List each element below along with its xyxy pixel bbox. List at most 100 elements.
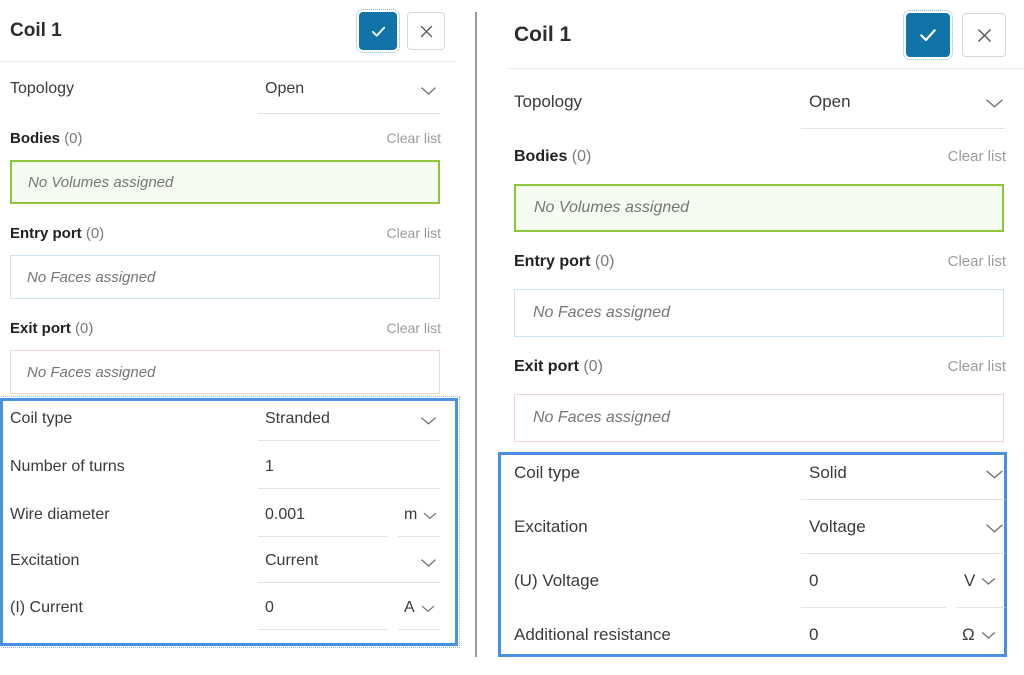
topology-underline (258, 113, 440, 114)
accept-button[interactable] (906, 13, 950, 57)
bodies-placeholder: No Volumes assigned (534, 199, 689, 217)
section-entry-label: Entry port (514, 253, 590, 270)
wire-diameter-unit-label: m (404, 506, 417, 524)
section-entry-count: (0) (86, 225, 104, 242)
entry-port-placeholder: No Faces assigned (533, 304, 670, 322)
chevron-down-icon[interactable] (420, 557, 437, 568)
section-exit-count: (0) (583, 358, 603, 375)
chevron-down-icon[interactable] (985, 522, 1004, 534)
page-title: Coil 1 (514, 23, 571, 47)
section-entry-header: Entry port (0) Clear list (498, 253, 1024, 271)
panel-divider (475, 12, 477, 657)
entry-port-drop-zone[interactable]: No Faces assigned (514, 289, 1004, 337)
number-of-turns-input[interactable]: 1 (265, 458, 274, 476)
entry-port-drop-zone[interactable]: No Faces assigned (10, 255, 440, 299)
excitation-label: Excitation (10, 552, 79, 570)
panel-header-left: Coil 1 (10, 8, 445, 54)
excitation-select[interactable]: Voltage (809, 517, 866, 537)
topology-label: Topology (10, 80, 74, 98)
topology-label: Topology (514, 92, 582, 112)
section-bodies-header: Bodies (0) Clear list (0, 130, 455, 147)
topology-underline (801, 128, 1005, 129)
voltage-input[interactable]: 0 (809, 571, 818, 591)
current-unit-label: A (404, 599, 415, 617)
header-divider (0, 61, 455, 62)
header-divider (506, 68, 1024, 69)
number-of-turns-label: Number of turns (10, 458, 125, 476)
section-exit-header: Exit port (0) Clear list (498, 358, 1024, 376)
clear-list-entry[interactable]: Clear list (948, 253, 1006, 270)
coil-type-underline (258, 440, 440, 441)
topology-row: Topology Open (0, 80, 455, 110)
chevron-down-icon (421, 604, 435, 613)
chevron-down-icon (423, 511, 437, 520)
wire-diameter-label: Wire diameter (10, 506, 110, 524)
wire-diameter-input[interactable]: 0.001 (265, 506, 305, 524)
section-bodies-label: Bodies (10, 130, 60, 147)
voltage-unit-select[interactable]: V (964, 571, 996, 591)
section-bodies-count: (0) (64, 130, 82, 147)
chevron-down-icon (981, 630, 996, 640)
section-exit-label: Exit port (10, 320, 71, 337)
page-title: Coil 1 (10, 20, 62, 42)
section-bodies-count: (0) (572, 148, 592, 165)
topology-select[interactable]: Open (265, 80, 304, 98)
clear-list-bodies[interactable]: Clear list (948, 148, 1006, 165)
bodies-drop-zone[interactable]: No Volumes assigned (514, 184, 1004, 232)
chevron-down-icon (981, 576, 996, 586)
coil-type-select[interactable]: Solid (809, 463, 847, 483)
section-entry-header: Entry port (0) Clear list (0, 225, 455, 242)
clear-list-entry[interactable]: Clear list (387, 225, 441, 241)
coil-type-select[interactable]: Stranded (265, 410, 330, 428)
voltage-underline (801, 607, 946, 608)
additional-resistance-label: Additional resistance (514, 625, 671, 645)
section-bodies-header: Bodies (0) Clear list (498, 148, 1024, 166)
wire-diameter-underline (258, 536, 388, 537)
coil-type-underline (801, 499, 1005, 500)
clear-list-bodies[interactable]: Clear list (387, 130, 441, 146)
number-of-turns-underline (258, 488, 440, 489)
section-bodies-label: Bodies (514, 148, 567, 165)
header-buttons (359, 12, 445, 50)
exit-port-placeholder: No Faces assigned (27, 364, 155, 381)
voltage-label: (U) Voltage (514, 571, 599, 591)
additional-resistance-unit-label: Ω (962, 625, 975, 645)
section-exit-header: Exit port (0) Clear list (0, 320, 455, 337)
clear-list-exit[interactable]: Clear list (948, 358, 1006, 375)
header-buttons (906, 13, 1006, 57)
chevron-down-icon[interactable] (985, 97, 1004, 109)
exit-port-drop-zone[interactable]: No Faces assigned (10, 350, 440, 394)
excitation-select[interactable]: Current (265, 552, 318, 570)
additional-resistance-input[interactable]: 0 (809, 625, 818, 645)
check-icon (370, 23, 387, 40)
close-button[interactable] (407, 12, 445, 50)
chevron-down-icon[interactable] (420, 85, 437, 96)
bodies-drop-zone[interactable]: No Volumes assigned (10, 160, 440, 204)
excitation-underline (801, 553, 1005, 554)
exit-port-placeholder: No Faces assigned (533, 409, 670, 427)
section-entry-label: Entry port (10, 225, 82, 242)
accept-button[interactable] (359, 12, 397, 50)
panel-header-right: Coil 1 (514, 10, 1006, 60)
bodies-placeholder: No Volumes assigned (28, 174, 173, 191)
wire-diameter-unit-select[interactable]: m (404, 506, 437, 524)
current-label: (I) Current (10, 599, 83, 617)
current-unit-underline (398, 629, 440, 630)
chevron-down-icon[interactable] (985, 468, 1004, 480)
current-unit-select[interactable]: A (404, 599, 435, 617)
exit-port-drop-zone[interactable]: No Faces assigned (514, 394, 1004, 442)
current-input[interactable]: 0 (265, 599, 274, 617)
chevron-down-icon[interactable] (420, 415, 437, 426)
close-icon (976, 27, 993, 44)
topology-select[interactable]: Open (809, 92, 851, 112)
check-icon (918, 25, 938, 45)
additional-resistance-unit-select[interactable]: Ω (962, 625, 996, 645)
section-exit-count: (0) (75, 320, 93, 337)
clear-list-exit[interactable]: Clear list (387, 320, 441, 336)
section-exit-label: Exit port (514, 358, 579, 375)
close-button[interactable] (962, 13, 1006, 57)
wire-diameter-unit-underline (398, 536, 440, 537)
coil-type-label: Coil type (10, 410, 72, 428)
voltage-unit-label: V (964, 571, 975, 591)
current-underline (258, 629, 388, 630)
